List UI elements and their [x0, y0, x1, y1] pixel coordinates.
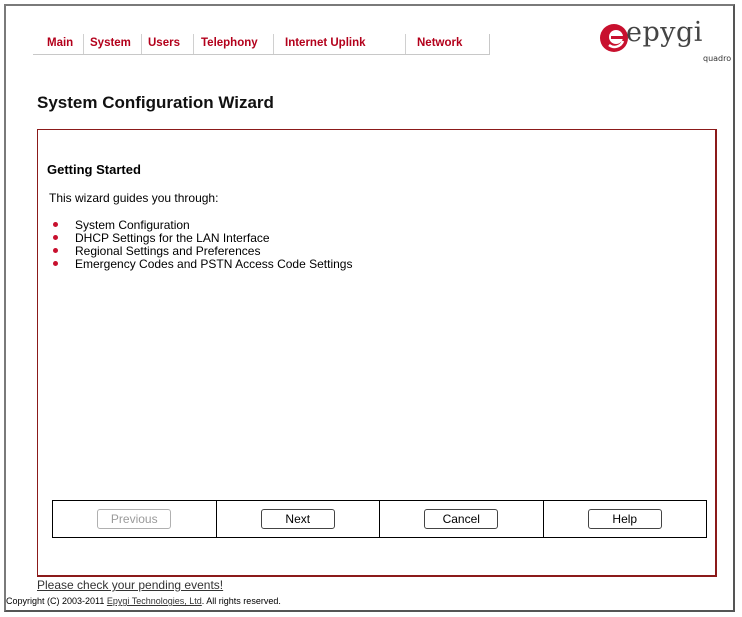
help-button[interactable]: Help: [587, 509, 662, 529]
nav-separator: [193, 34, 194, 54]
pending-events-link[interactable]: Please check your pending events!: [37, 578, 223, 592]
bullet-icon: [53, 261, 58, 266]
nav-separator: [273, 34, 274, 54]
nav-users[interactable]: Users: [148, 37, 180, 49]
copyright-suffix: . All rights reserved.: [201, 596, 281, 606]
wizard-steps-list: System Configuration DHCP Settings for t…: [49, 219, 352, 271]
nav-internet-uplink[interactable]: Internet Uplink: [285, 37, 366, 49]
previous-button: Previous: [97, 509, 172, 529]
button-cell: Previous: [53, 501, 217, 537]
next-button[interactable]: Next: [260, 509, 335, 529]
button-cell: Next: [217, 501, 380, 537]
nav-separator: [405, 34, 406, 54]
nav-separator: [83, 34, 84, 54]
nav-network[interactable]: Network: [417, 37, 462, 49]
nav-main[interactable]: Main: [47, 37, 73, 49]
nav-separator: [141, 34, 142, 54]
list-item: Emergency Codes and PSTN Access Code Set…: [49, 258, 352, 271]
logo-subtitle: quadro: [703, 54, 732, 63]
button-cell: Cancel: [380, 501, 544, 537]
wizard-intro: This wizard guides you through:: [49, 191, 219, 205]
top-navigation: Main System Users Telephony Internet Upl…: [33, 34, 490, 55]
wizard-button-bar: Previous Next Cancel Help: [52, 500, 707, 538]
copyright-prefix: Copyright (C) 2003-2011: [6, 596, 107, 606]
section-title: Getting Started: [47, 162, 141, 177]
company-link[interactable]: Epygi Technologies, Ltd: [107, 596, 202, 606]
wizard-panel: Getting Started This wizard guides you t…: [37, 129, 717, 577]
cancel-button[interactable]: Cancel: [424, 509, 499, 529]
bullet-icon: [53, 235, 58, 240]
button-cell: Help: [544, 501, 707, 537]
bullet-icon: [53, 248, 58, 253]
nav-system[interactable]: System: [90, 37, 131, 49]
nav-telephony[interactable]: Telephony: [201, 37, 258, 49]
page-title: System Configuration Wizard: [37, 93, 274, 112]
bullet-icon: [53, 222, 58, 227]
epygi-logo: epygi quadro: [597, 17, 737, 70]
logo-wordmark: epygi: [626, 17, 703, 48]
copyright-notice: Copyright (C) 2003-2011 Epygi Technologi…: [6, 596, 281, 606]
